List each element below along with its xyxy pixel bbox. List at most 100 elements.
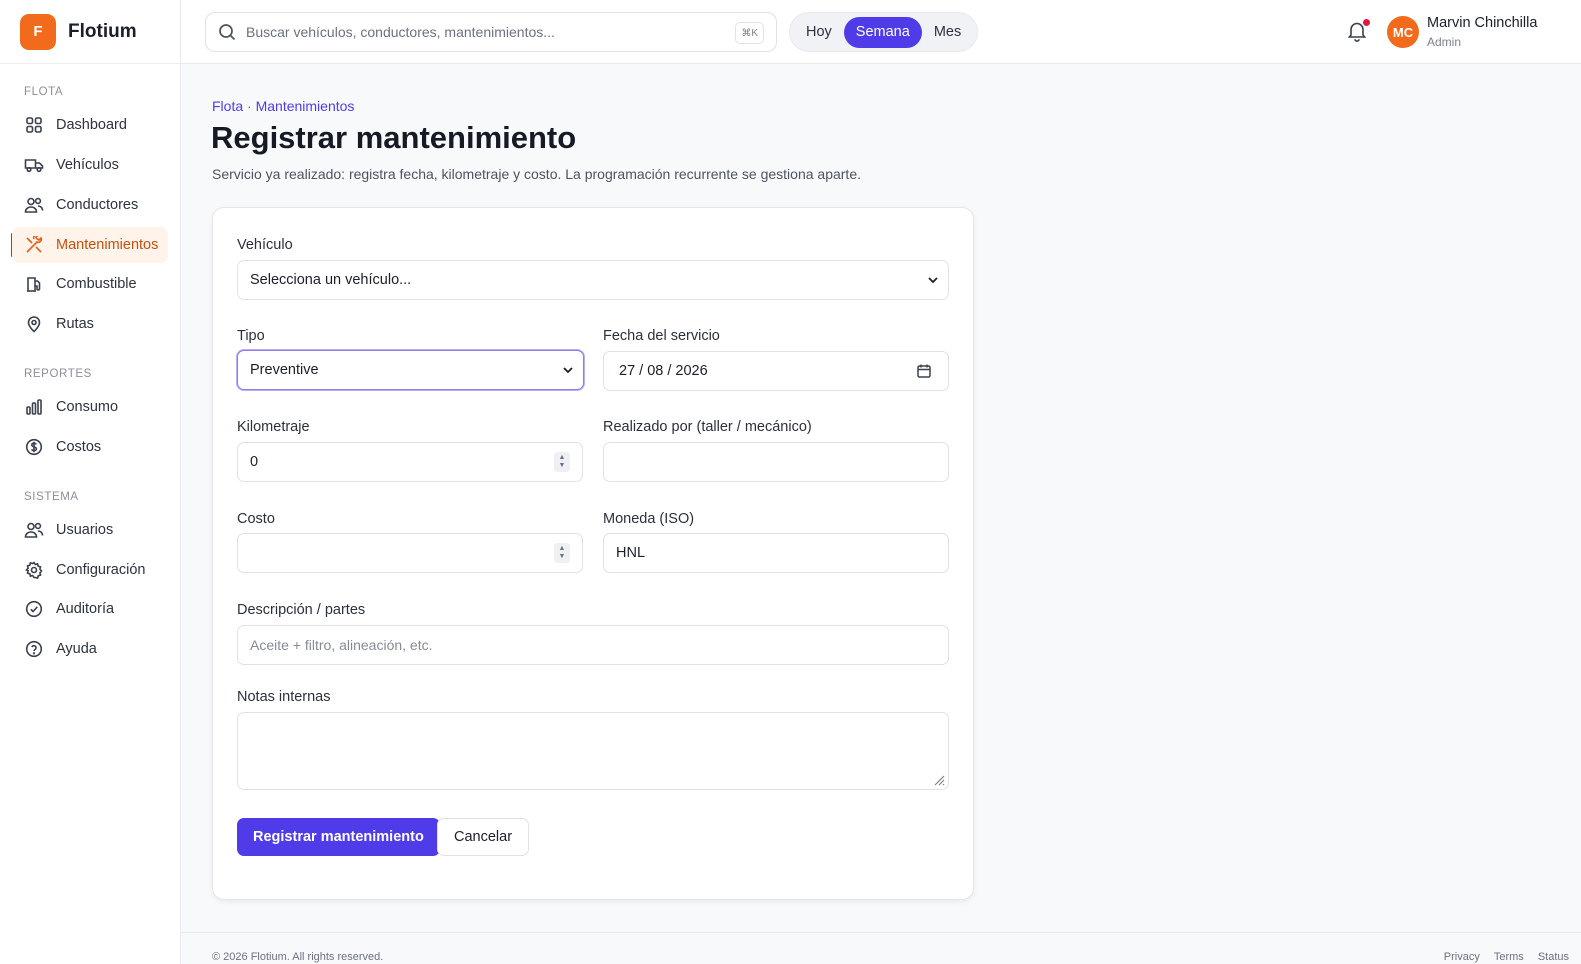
notes-textarea[interactable] — [237, 712, 949, 790]
date-range-toggle: Hoy Semana Mes — [789, 12, 979, 52]
breadcrumb-separator: · — [247, 98, 252, 114]
footer-link-privacy[interactable]: Privacy — [1444, 951, 1480, 963]
notes-label: Notas internas — [237, 689, 331, 705]
vehicle-select-value: Selecciona un vehículo... — [250, 272, 412, 288]
footer: © 2026 Flotium. All rights reserved. Pri… — [181, 932, 1581, 964]
mileage-value: 0 — [250, 454, 259, 470]
page-title: Registrar mantenimiento — [211, 120, 577, 155]
number-stepper[interactable]: ▲ ▼ — [554, 452, 570, 472]
resize-handle-icon[interactable] — [933, 774, 945, 786]
performed-by-input[interactable] — [603, 442, 949, 482]
search-box[interactable]: ⌘K — [205, 12, 777, 52]
number-stepper[interactable]: ▲ ▼ — [554, 543, 570, 563]
sidebar-item-mantenimientos[interactable]: Mantenimientos — [12, 227, 168, 263]
performed-by-label: Realizado por (taller / mecánico) — [603, 419, 812, 435]
sidebar-item-label: Auditoría — [56, 601, 115, 617]
sidebar-item-label: Mantenimientos — [56, 237, 159, 253]
mileage-label: Kilometraje — [237, 419, 310, 435]
type-select[interactable]: Preventive — [237, 350, 584, 390]
sidebar-item-combustible[interactable]: Combustible — [12, 266, 168, 302]
currency-label: Moneda (ISO) — [603, 511, 695, 527]
breadcrumb-current[interactable]: Mantenimientos — [256, 98, 355, 114]
range-option-semana[interactable]: Semana — [843, 16, 922, 48]
search-icon — [218, 23, 236, 41]
vehicle-label: Vehículo — [237, 237, 293, 253]
sidebar-item-dashboard[interactable]: Dashboard — [12, 107, 168, 143]
description-field[interactable] — [237, 625, 949, 665]
topbar: ⌘K Hoy Semana Mes MC Marvin Chinchilla A… — [181, 0, 1581, 64]
sidebar-item-consumo[interactable]: Consumo — [12, 389, 168, 425]
cancel-button[interactable]: Cancelar — [437, 818, 530, 856]
sidebar-item-label: Rutas — [56, 316, 94, 332]
description-label: Descripción / partes — [237, 602, 366, 618]
nav-section-reportes: REPORTES — [24, 368, 92, 380]
brand-name: Flotium — [68, 20, 137, 42]
map-pin-icon — [24, 314, 44, 334]
nav-section-flota: FLOTA — [24, 86, 64, 98]
currency-value: HNL — [616, 545, 646, 561]
sidebar-item-label: Consumo — [56, 399, 119, 415]
search-input[interactable] — [246, 24, 726, 40]
vehicle-select[interactable]: Selecciona un vehículo... — [237, 260, 949, 300]
breadcrumb: Flota · Mantenimientos — [212, 98, 354, 114]
brand[interactable]: F Flotium — [0, 0, 180, 64]
chevron-down-icon — [926, 273, 940, 287]
sidebar-item-ayuda[interactable]: Ayuda — [12, 631, 168, 667]
sidebar-item-label: Dashboard — [56, 117, 127, 133]
type-label: Tipo — [237, 328, 265, 344]
sidebar-item-label: Costos — [56, 439, 102, 455]
footer-link-terms[interactable]: Terms — [1494, 951, 1524, 963]
chevron-down-icon — [561, 363, 575, 377]
grid-icon — [24, 115, 44, 135]
notification-dot — [1363, 19, 1370, 26]
calendar-icon[interactable] — [916, 363, 932, 379]
breadcrumb-parent[interactable]: Flota — [212, 98, 243, 114]
dollar-icon — [24, 437, 44, 457]
mileage-input[interactable]: 0 ▲ ▼ — [237, 442, 583, 482]
range-option-mes[interactable]: Mes — [922, 17, 973, 48]
sidebar-item-costos[interactable]: Costos — [12, 429, 168, 465]
footer-link-status[interactable]: Status — [1538, 951, 1569, 963]
date-input-value: 27 / 08 / 2026 — [619, 363, 708, 379]
fuel-icon — [24, 274, 44, 294]
date-input[interactable]: 27 / 08 / 2026 — [603, 351, 949, 391]
sidebar-item-usuarios[interactable]: Usuarios — [12, 512, 168, 548]
range-option-hoy[interactable]: Hoy — [794, 17, 844, 48]
gear-icon — [24, 560, 44, 580]
sidebar-item-vehiculos[interactable]: Vehículos — [12, 147, 168, 183]
bar-chart-icon — [24, 397, 44, 417]
users-icon — [24, 195, 44, 215]
sidebar-item-label: Configuración — [56, 562, 146, 578]
description-input[interactable] — [250, 637, 948, 653]
cost-input[interactable]: ▲ ▼ — [237, 533, 583, 573]
sidebar-item-label: Ayuda — [56, 641, 97, 657]
help-icon — [24, 639, 44, 659]
sidebar-item-conductores[interactable]: Conductores — [12, 187, 168, 223]
footer-links: Privacy Terms Status — [1444, 951, 1569, 963]
sidebar-item-label: Conductores — [56, 197, 139, 213]
users-icon — [24, 520, 44, 540]
page-subtitle: Servicio ya realizado: registra fecha, k… — [212, 166, 861, 182]
currency-input[interactable]: HNL — [603, 533, 949, 573]
brand-logo: F — [20, 13, 56, 50]
sidebar-item-rutas[interactable]: Rutas — [12, 306, 168, 342]
maintenance-form: Vehículo Selecciona un vehículo... Tipo … — [212, 207, 974, 900]
avatar[interactable]: MC — [1387, 16, 1419, 48]
submit-button[interactable]: Registrar mantenimiento — [237, 818, 440, 856]
nav-section-sistema: SISTEMA — [24, 491, 79, 503]
sidebar-item-label: Usuarios — [56, 522, 114, 538]
user-role: Admin — [1427, 35, 1462, 49]
copyright: © 2026 Flotium. All rights reserved. — [212, 951, 384, 963]
sidebar-item-label: Vehículos — [56, 157, 119, 173]
sidebar: F Flotium FLOTA Dashboard Vehículos Cond… — [0, 0, 181, 964]
check-circle-icon — [24, 599, 44, 619]
truck-icon — [24, 155, 44, 175]
cost-label: Costo — [237, 511, 275, 527]
date-label: Fecha del servicio — [603, 328, 720, 344]
sidebar-item-label: Combustible — [56, 276, 137, 292]
sidebar-item-auditoria[interactable]: Auditoría — [12, 591, 168, 627]
user-name[interactable]: Marvin Chinchilla — [1427, 15, 1537, 31]
type-select-value: Preventive — [250, 362, 319, 378]
wrench-icon — [24, 235, 44, 255]
sidebar-item-configuracion[interactable]: Configuración — [12, 552, 168, 588]
